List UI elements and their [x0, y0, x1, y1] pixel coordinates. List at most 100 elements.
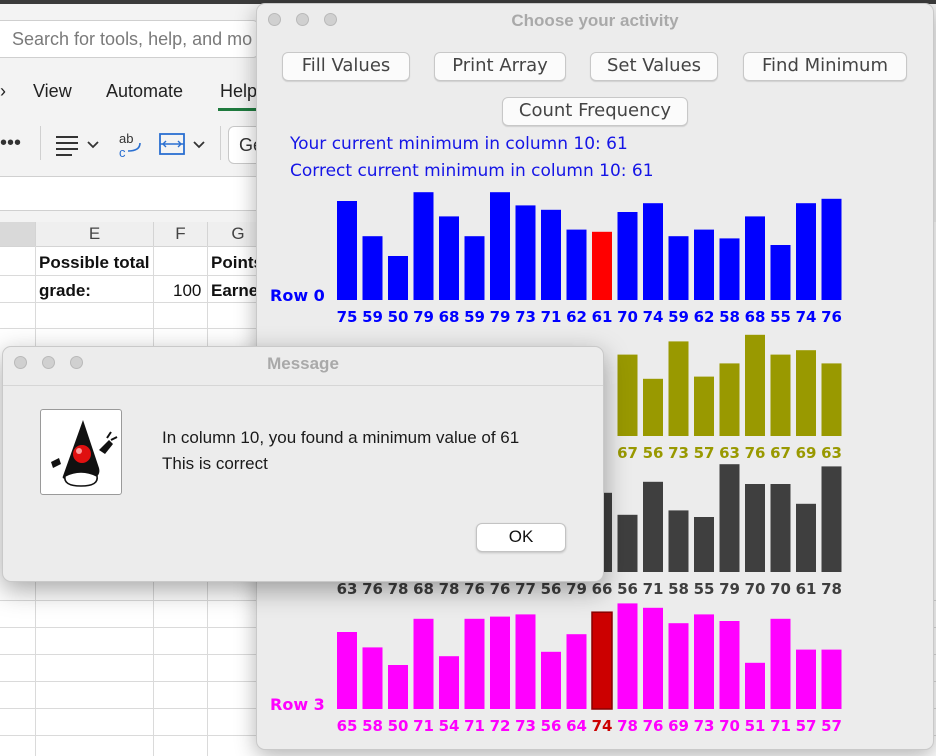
value-label-row1-col12: 56	[643, 444, 664, 462]
value-label-row1-col11: 67	[617, 444, 638, 462]
value-label-row3-col5: 71	[464, 717, 485, 735]
svg-text:ab: ab	[119, 131, 133, 146]
value-label-row3-col0: 65	[337, 717, 358, 735]
menu-help[interactable]: Help	[220, 81, 257, 102]
value-label-row0-col3: 79	[413, 308, 434, 326]
bar-row2-col14	[694, 517, 714, 572]
bar-row3-col9	[566, 634, 587, 709]
bar-row3-col7	[515, 614, 536, 709]
align-icon[interactable]	[54, 133, 104, 173]
bar-row2-col13	[668, 510, 689, 572]
wrap-text-icon[interactable]: ab c	[118, 131, 148, 171]
search-input[interactable]: Search for tools, help, and mo	[12, 29, 252, 50]
bar-row3-col0	[337, 632, 357, 709]
bar-row1-col14	[694, 376, 714, 436]
bar-row3-col11	[617, 603, 638, 709]
value-label-row3-col15: 70	[719, 717, 740, 735]
bar-row3-col6	[490, 616, 510, 709]
column-header-blank[interactable]	[0, 222, 36, 247]
value-label-row2-col18: 61	[796, 580, 817, 598]
value-label-row0-col15: 58	[719, 308, 740, 326]
value-label-row3-col13: 69	[668, 717, 689, 735]
formula-bar[interactable]	[0, 177, 260, 210]
bar-row0-col14	[694, 229, 714, 300]
cell-g2[interactable]: Earne	[211, 281, 258, 301]
value-label-row0-col12: 74	[643, 308, 664, 326]
value-label-row3-col2: 50	[388, 717, 409, 735]
gridline	[0, 275, 260, 276]
ok-button[interactable]: OK	[476, 523, 566, 552]
value-label-row3-col18: 57	[796, 717, 817, 735]
message-titlebar[interactable]: Message	[3, 347, 603, 381]
value-label-row0-col10: 61	[592, 308, 613, 326]
value-label-row0-col14: 62	[694, 308, 715, 326]
value-label-row2-col17: 70	[770, 580, 791, 598]
bar-row1-col12	[643, 378, 663, 436]
bar-row3-col14	[694, 614, 714, 709]
bar-row3-col17	[770, 618, 791, 709]
bar-row3-col1	[362, 647, 383, 709]
bar-row3-col3	[413, 618, 434, 709]
value-label-row3-col11: 78	[617, 717, 638, 735]
value-label-row2-col0: 63	[337, 580, 358, 598]
value-label-row1-col16: 76	[745, 444, 766, 462]
java-duke-icon	[40, 409, 122, 495]
value-label-row2-col16: 70	[745, 580, 766, 598]
value-label-row2-col5: 76	[464, 580, 485, 598]
bar-row0-col4	[439, 216, 459, 300]
cell-e2[interactable]: grade:	[39, 281, 91, 301]
search-box[interactable]: Search for tools, help, and mo	[0, 20, 259, 58]
value-label-row2-col7: 77	[515, 580, 536, 598]
value-label-row1-col18: 69	[796, 444, 817, 462]
bar-row1-col19	[821, 363, 842, 436]
value-label-row0-col13: 59	[668, 308, 689, 326]
bar-row0-col0	[337, 201, 357, 300]
value-label-row0-col0: 75	[337, 308, 358, 326]
column-header-e[interactable]: E	[36, 222, 154, 247]
active-tab-underline	[218, 108, 256, 111]
bar-row3-col15	[719, 621, 740, 709]
cell-f2[interactable]: 100	[173, 281, 201, 301]
merge-cells-icon[interactable]	[158, 131, 210, 171]
bar-row3-col2	[388, 665, 408, 709]
bar-row3-col16	[745, 662, 765, 709]
bar-row0-col3	[413, 192, 434, 300]
bar-row0-col5	[464, 236, 485, 300]
cell-e1[interactable]: Possible total	[39, 253, 150, 273]
column-header-f[interactable]: F	[154, 222, 208, 247]
value-label-row1-col14: 57	[694, 444, 715, 462]
bar-row1-col15	[719, 363, 740, 436]
bar-row2-col11	[617, 514, 638, 572]
menu-automate[interactable]: Automate	[106, 81, 183, 102]
bar-row0-col15	[719, 238, 740, 300]
value-label-row1-col15: 63	[719, 444, 740, 462]
bar-row2-col19	[821, 466, 842, 572]
value-label-row3-col12: 76	[643, 717, 664, 735]
more-icon[interactable]: •••	[0, 132, 21, 172]
value-label-row3-col16: 51	[745, 717, 766, 735]
bar-row0-col13	[668, 236, 689, 300]
value-label-row0-col19: 76	[821, 308, 842, 326]
value-label-row2-col1: 76	[362, 580, 383, 598]
value-label-row0-col6: 79	[490, 308, 511, 326]
bar-row1-col18	[796, 350, 816, 436]
value-label-row3-col17: 71	[770, 717, 791, 735]
value-label-row0-col7: 73	[515, 308, 536, 326]
bar-row2-col17	[770, 484, 791, 572]
bar-row3-col12	[643, 607, 663, 709]
value-label-row3-col9: 64	[566, 717, 587, 735]
bar-row3-col19	[821, 649, 842, 709]
bar-row1-col11	[617, 354, 638, 436]
value-label-row2-col8: 56	[541, 580, 562, 598]
message-line2: This is correct	[162, 454, 268, 473]
value-label-row2-col2: 78	[388, 580, 409, 598]
value-label-row2-col19: 78	[821, 580, 842, 598]
value-label-row1-col17: 67	[770, 444, 791, 462]
chevron-icon[interactable]: ›	[0, 81, 6, 102]
value-label-row3-col7: 73	[515, 717, 536, 735]
bar-row0-col6	[490, 192, 510, 300]
bar-row0-col10	[592, 231, 612, 300]
menu-view[interactable]: View	[33, 81, 72, 102]
bar-row0-col11	[617, 212, 638, 300]
bar-row3-col18	[796, 649, 816, 709]
